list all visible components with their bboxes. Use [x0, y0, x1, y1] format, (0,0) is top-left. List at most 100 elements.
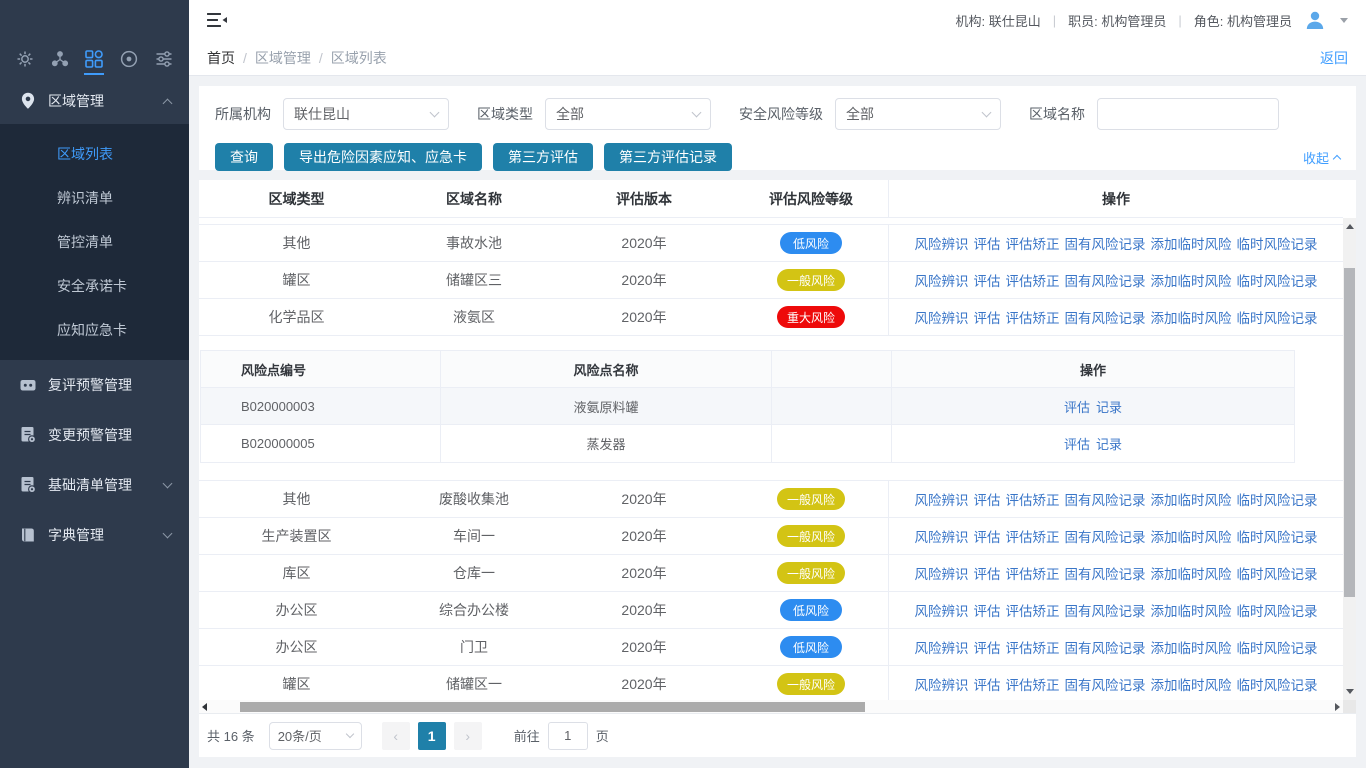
- op-link-1[interactable]: 评估: [974, 233, 1001, 253]
- op-link-1[interactable]: 评估: [974, 307, 1001, 327]
- op-link-5[interactable]: 临时风险记录: [1237, 674, 1318, 694]
- sidebar-item-control-list[interactable]: 管控清单: [0, 220, 189, 264]
- sidebar-item-change-warning[interactable]: 变更预警管理: [0, 410, 189, 460]
- op-link-0[interactable]: 风险辨识: [915, 674, 969, 694]
- op-link-0[interactable]: 风险辨识: [915, 563, 969, 583]
- scroll-down-arrow-icon[interactable]: [1346, 689, 1354, 694]
- op-link-5[interactable]: 临时风险记录: [1237, 307, 1318, 327]
- sidebar-item-safety-commitment-card[interactable]: 安全承诺卡: [0, 264, 189, 308]
- risk-point-row[interactable]: B020000005 蒸发器 评估 记录: [201, 425, 1294, 462]
- sidebar-item-basic-list-management[interactable]: 基础清单管理: [0, 460, 189, 510]
- next-page-button[interactable]: ›: [454, 722, 482, 750]
- op-link-3[interactable]: 固有风险记录: [1065, 233, 1146, 253]
- scroll-up-arrow-icon[interactable]: [1346, 224, 1354, 229]
- op-link-1[interactable]: 评估: [974, 563, 1001, 583]
- op-link-3[interactable]: 固有风险记录: [1065, 674, 1146, 694]
- assess-link[interactable]: 评估: [1064, 397, 1090, 416]
- op-link-2[interactable]: 评估矫正: [1006, 489, 1060, 509]
- op-link-3[interactable]: 固有风险记录: [1065, 563, 1146, 583]
- area-name-input[interactable]: [1097, 98, 1279, 130]
- op-link-3[interactable]: 固有风险记录: [1065, 600, 1146, 620]
- op-link-5[interactable]: 临时风险记录: [1237, 637, 1318, 657]
- op-link-5[interactable]: 临时风险记录: [1237, 489, 1318, 509]
- table-row[interactable]: 化学品区 液氨区 2020年 重大风险 风险辨识评估评估矫正固有风险记录添加临时…: [199, 299, 1343, 336]
- user-menu-caret-icon[interactable]: [1340, 18, 1348, 23]
- back-link[interactable]: 返回: [1320, 48, 1348, 68]
- op-link-1[interactable]: 评估: [974, 270, 1001, 290]
- scroll-right-arrow-icon[interactable]: [1335, 703, 1340, 711]
- op-link-3[interactable]: 固有风险记录: [1065, 270, 1146, 290]
- op-link-4[interactable]: 添加临时风险: [1151, 526, 1232, 546]
- op-link-0[interactable]: 风险辨识: [915, 307, 969, 327]
- risk-level-select[interactable]: 全部: [835, 98, 1001, 130]
- table-row[interactable]: 库区 仓库一 2020年 一般风险 风险辨识评估评估矫正固有风险记录添加临时风险…: [199, 555, 1343, 592]
- sidebar-item-emergency-card[interactable]: 应知应急卡: [0, 308, 189, 352]
- table-row[interactable]: 办公区 综合办公楼 2020年 低风险 风险辨识评估评估矫正固有风险记录添加临时…: [199, 592, 1343, 629]
- avatar[interactable]: [1304, 9, 1326, 31]
- sidebar-item-area-list[interactable]: 区域列表: [0, 132, 189, 176]
- op-link-0[interactable]: 风险辨识: [915, 637, 969, 657]
- op-link-1[interactable]: 评估: [974, 600, 1001, 620]
- op-link-3[interactable]: 固有风险记录: [1065, 489, 1146, 509]
- op-link-0[interactable]: 风险辨识: [915, 233, 969, 253]
- table-row[interactable]: 其他 废酸收集池 2020年 一般风险 风险辨识评估评估矫正固有风险记录添加临时…: [199, 481, 1343, 518]
- op-link-4[interactable]: 添加临时风险: [1151, 233, 1232, 253]
- op-link-2[interactable]: 评估矫正: [1006, 526, 1060, 546]
- op-link-0[interactable]: 风险辨识: [915, 526, 969, 546]
- third-party-assessment-records-button[interactable]: 第三方评估记录: [604, 143, 732, 171]
- op-link-4[interactable]: 添加临时风险: [1151, 270, 1232, 290]
- breadcrumb-home[interactable]: 首页: [207, 48, 235, 68]
- op-link-1[interactable]: 评估: [974, 637, 1001, 657]
- target-icon[interactable]: [119, 41, 139, 75]
- table-row[interactable]: 办公区 门卫 2020年 低风险 风险辨识评估评估矫正固有风险记录添加临时风险临…: [199, 629, 1343, 666]
- op-link-4[interactable]: 添加临时风险: [1151, 637, 1232, 657]
- area-type-select[interactable]: 全部: [545, 98, 711, 130]
- op-link-2[interactable]: 评估矫正: [1006, 600, 1060, 620]
- prev-page-button[interactable]: ‹: [382, 722, 410, 750]
- op-link-0[interactable]: 风险辨识: [915, 600, 969, 620]
- op-link-4[interactable]: 添加临时风险: [1151, 563, 1232, 583]
- table-row[interactable]: 罐区 储罐区三 2020年 一般风险 风险辨识评估评估矫正固有风险记录添加临时风…: [199, 262, 1343, 299]
- op-link-4[interactable]: 添加临时风险: [1151, 600, 1232, 620]
- export-hazard-cards-button[interactable]: 导出危险因素应知、应急卡: [284, 143, 482, 171]
- grid-icon[interactable]: [84, 41, 104, 75]
- table-row[interactable]: 罐区 储罐区一 2020年 一般风险 风险辨识评估评估矫正固有风险记录添加临时风…: [199, 666, 1343, 703]
- share-nodes-icon[interactable]: [50, 41, 70, 75]
- records-link[interactable]: 记录: [1096, 397, 1122, 416]
- op-link-2[interactable]: 评估矫正: [1006, 674, 1060, 694]
- table-row[interactable]: 生产装置区 车间一 2020年 一般风险 风险辨识评估评估矫正固有风险记录添加临…: [199, 518, 1343, 555]
- op-link-2[interactable]: 评估矫正: [1006, 307, 1060, 327]
- third-party-assessment-button[interactable]: 第三方评估: [493, 143, 593, 171]
- op-link-3[interactable]: 固有风险记录: [1065, 526, 1146, 546]
- op-link-0[interactable]: 风险辨识: [915, 489, 969, 509]
- op-link-3[interactable]: 固有风险记录: [1065, 307, 1146, 327]
- collapse-filters-link[interactable]: 收起: [1303, 148, 1340, 167]
- op-link-1[interactable]: 评估: [974, 526, 1001, 546]
- op-link-1[interactable]: 评估: [974, 489, 1001, 509]
- vertical-scrollbar[interactable]: [1343, 218, 1356, 700]
- scroll-left-arrow-icon[interactable]: [202, 703, 207, 711]
- op-link-4[interactable]: 添加临时风险: [1151, 674, 1232, 694]
- sidebar-item-identification-list[interactable]: 辨识清单: [0, 176, 189, 220]
- op-link-2[interactable]: 评估矫正: [1006, 270, 1060, 290]
- sidebar-item-area-management[interactable]: 区域管理: [0, 78, 189, 124]
- horizontal-scrollbar-thumb[interactable]: [240, 702, 865, 712]
- sidebar-item-dictionary-management[interactable]: 字典管理: [0, 510, 189, 560]
- op-link-2[interactable]: 评估矫正: [1006, 563, 1060, 583]
- op-link-5[interactable]: 临时风险记录: [1237, 233, 1318, 253]
- collapse-sidebar-icon[interactable]: [207, 12, 228, 28]
- goto-page-input[interactable]: [548, 722, 588, 750]
- records-link[interactable]: 记录: [1096, 434, 1122, 453]
- vertical-scrollbar-thumb[interactable]: [1344, 268, 1355, 597]
- op-link-4[interactable]: 添加临时风险: [1151, 489, 1232, 509]
- assess-link[interactable]: 评估: [1064, 434, 1090, 453]
- breadcrumb-area-management[interactable]: 区域管理: [255, 48, 311, 68]
- page-size-select[interactable]: 20条/页: [269, 722, 362, 750]
- risk-point-row[interactable]: B020000003 液氨原料罐 评估 记录: [201, 388, 1294, 425]
- current-page-button[interactable]: 1: [418, 722, 446, 750]
- op-link-1[interactable]: 评估: [974, 674, 1001, 694]
- op-link-5[interactable]: 临时风险记录: [1237, 526, 1318, 546]
- op-link-0[interactable]: 风险辨识: [915, 270, 969, 290]
- op-link-2[interactable]: 评估矫正: [1006, 233, 1060, 253]
- sidebar-item-reassessment-warning[interactable]: 复评预警管理: [0, 360, 189, 410]
